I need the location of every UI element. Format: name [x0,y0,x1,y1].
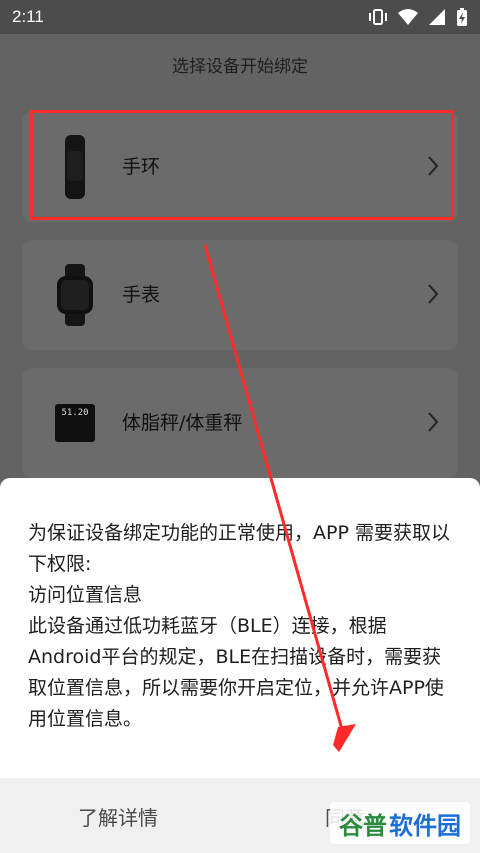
device-label-scale: 体脂秤/体重秤 [122,412,243,434]
scale-device-icon: 51.20 [52,388,98,458]
chevron-right-icon [426,283,440,309]
permission-item: 访问位置信息 [28,584,143,606]
device-card-scale[interactable]: 51.20 体脂秤/体重秤 [22,368,458,478]
highlight-box [30,110,454,220]
status-time: 2:11 [12,7,44,26]
learn-more-button[interactable]: 了解详情 [78,802,158,831]
status-bar: 2:11 [0,0,480,34]
device-card-watch[interactable]: 手表 [22,240,458,350]
chevron-right-icon [426,411,440,437]
battery-charging-icon [456,7,468,27]
permission-message: 为保证设备绑定功能的正常使用，APP 需要获取以下权限: 访问位置信息 此设备通… [28,518,458,735]
watermark-logo: 谷普 软件园 [330,802,470,844]
vibrate-icon [368,8,388,26]
wifi-icon [398,8,418,26]
device-label-watch: 手表 [122,284,161,306]
scale-screen-text: 51.20 [61,408,89,418]
watch-device-icon [52,260,98,330]
page-title: 选择设备开始绑定 [172,57,308,77]
permission-reason: 此设备通过低功耗蓝牙（BLE）连接，根据Android平台的规定，BLE在扫描设… [28,615,444,730]
watermark-part1: 谷普 [339,811,387,840]
status-icons [368,7,468,27]
watermark-part2: 软件园 [389,811,461,840]
permission-dialog: 为保证设备绑定功能的正常使用，APP 需要获取以下权限: 访问位置信息 此设备通… [0,478,480,853]
permission-intro: 为保证设备绑定功能的正常使用，APP 需要获取以下权限: [28,522,450,575]
signal-icon [428,8,446,26]
